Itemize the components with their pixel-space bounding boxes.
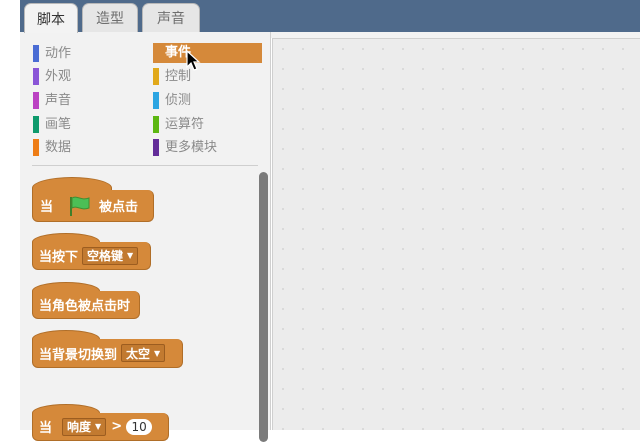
category-label: 更多模块 (165, 140, 218, 155)
category-color-bar (153, 116, 159, 133)
operator-label: > (111, 419, 123, 434)
when-flag-clicked-block[interactable]: 当 被点击 (32, 190, 154, 222)
category-label: 侦测 (165, 93, 192, 108)
key-dropdown-value: 空格键 (87, 249, 124, 263)
category-sound[interactable]: 声音 (33, 91, 143, 110)
category-motion[interactable]: 动作 (33, 44, 143, 63)
category-label: 运算符 (165, 117, 205, 132)
palette-divider (32, 165, 258, 166)
category-more-blocks[interactable]: 更多模块 (153, 138, 263, 157)
key-dropdown[interactable]: 空格键 ▼ (82, 246, 139, 265)
category-sensing[interactable]: 侦测 (153, 91, 263, 110)
palette-scrollbar[interactable] (259, 172, 268, 442)
category-color-bar (153, 139, 159, 156)
block-clicked-label: 被点击 (99, 200, 139, 215)
sensor-dropdown-value: 响度 (67, 420, 92, 434)
block-label: 当背景切换到 (39, 347, 118, 363)
green-flag-icon (70, 196, 90, 216)
threshold-input[interactable]: 10 (126, 418, 153, 435)
category-label: 数据 (45, 140, 72, 155)
block-label: 当按下 (39, 250, 79, 265)
category-color-bar (153, 92, 159, 109)
category-looks[interactable]: 外观 (33, 67, 143, 86)
block-palette: 动作 外观 声音 画笔 数据 事件 控制 侦测 运算符 更多模块 当 被点击 当… (20, 32, 271, 442)
tab-sounds[interactable]: 声音 (142, 3, 200, 32)
category-events[interactable]: 事件 (153, 43, 262, 63)
chevron-down-icon: ▼ (127, 251, 134, 260)
when-sprite-clicked-block[interactable]: 当角色被点击时 (32, 291, 140, 319)
backdrop-dropdown[interactable]: 太空 ▼ (121, 344, 166, 362)
backdrop-dropdown-value: 太空 (126, 346, 151, 361)
category-color-bar (33, 45, 39, 62)
category-operators[interactable]: 运算符 (153, 115, 263, 134)
when-sensor-greater-block[interactable]: 当 响度 ▼ > 10 (32, 413, 169, 441)
category-label: 动作 (45, 46, 72, 61)
when-backdrop-switches-block[interactable]: 当背景切换到 太空 ▼ (32, 339, 183, 368)
block-when-label: 当 (39, 421, 53, 436)
category-data[interactable]: 数据 (33, 138, 143, 157)
category-color-bar (153, 68, 159, 85)
script-area[interactable] (272, 38, 640, 430)
category-color-bar (33, 92, 39, 109)
category-label: 外观 (45, 69, 72, 84)
category-control[interactable]: 控制 (153, 67, 263, 86)
category-label: 画笔 (45, 117, 72, 132)
category-pen[interactable]: 画笔 (33, 115, 143, 134)
tab-costumes[interactable]: 造型 (82, 3, 138, 32)
category-label: 声音 (45, 93, 72, 108)
when-key-pressed-block[interactable]: 当按下 空格键 ▼ (32, 242, 151, 270)
block-when-label: 当 (40, 200, 54, 215)
left-gutter (0, 0, 20, 430)
chevron-down-icon: ▼ (154, 348, 161, 358)
category-color-bar (33, 116, 39, 133)
block-label: 当角色被点击时 (39, 299, 131, 314)
sensor-dropdown[interactable]: 响度 ▼ (62, 417, 107, 436)
mouse-cursor-icon (186, 50, 201, 71)
tab-scripts[interactable]: 脚本 (24, 3, 78, 33)
category-color-bar (33, 139, 39, 156)
category-color-bar (33, 68, 39, 85)
